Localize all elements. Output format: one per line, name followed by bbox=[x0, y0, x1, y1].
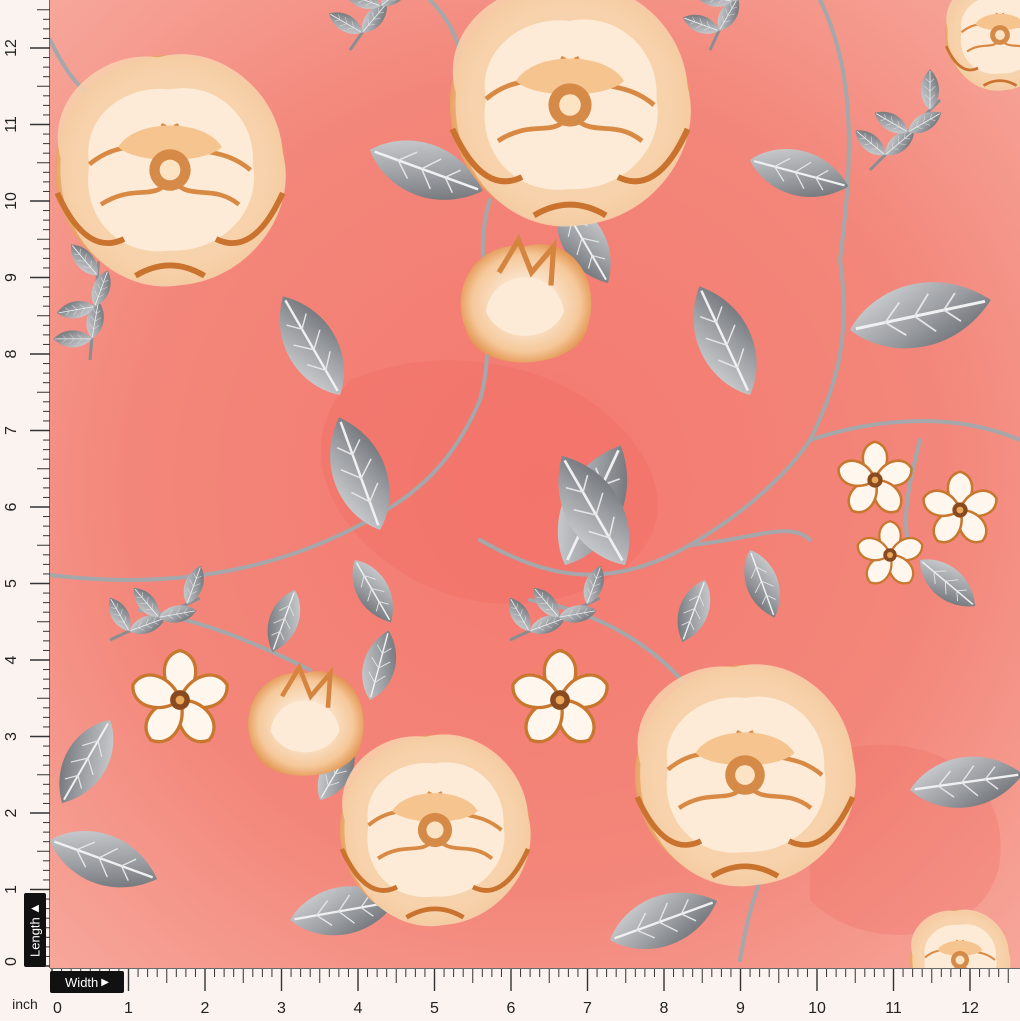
fabric-swatch bbox=[50, 0, 1020, 968]
width-tick-label: 2 bbox=[201, 1000, 210, 1017]
width-tick-label: 0 bbox=[53, 1000, 62, 1017]
width-tick-label: 6 bbox=[507, 1000, 516, 1017]
length-tick-label: 6 bbox=[3, 502, 20, 511]
ruler-corner: inch bbox=[0, 968, 50, 1020]
length-tick-label: 8 bbox=[3, 349, 20, 358]
length-tick-label: 5 bbox=[3, 579, 20, 588]
width-tick-label: 12 bbox=[961, 1000, 979, 1017]
length-tick-label: 12 bbox=[3, 39, 20, 57]
width-label: Width bbox=[65, 974, 99, 990]
floral-print bbox=[50, 0, 1020, 968]
length-tick-label: 10 bbox=[3, 192, 20, 210]
length-tick-label: 7 bbox=[3, 426, 20, 435]
width-tick-label: 10 bbox=[808, 1000, 826, 1017]
length-tick-label: 4 bbox=[3, 655, 20, 664]
arrow-up-icon: ▶ bbox=[29, 903, 41, 915]
length-tick-label: 2 bbox=[3, 808, 20, 817]
length-tick-label: 11 bbox=[3, 116, 20, 133]
width-tick-label: 4 bbox=[354, 1000, 363, 1017]
length-tick-label: 3 bbox=[3, 732, 20, 741]
width-tick-label: 7 bbox=[583, 1000, 592, 1017]
arrow-right-icon: ▶ bbox=[101, 976, 109, 988]
length-label-tag: Length ▶ bbox=[24, 893, 46, 967]
unit-label: inch bbox=[12, 996, 38, 1012]
width-tick-label: 3 bbox=[277, 1000, 286, 1017]
length-ruler-ticks: 0123456789101112 bbox=[3, 9, 50, 967]
length-tick-label: 9 bbox=[3, 273, 20, 282]
width-label-tag: Width ▶ bbox=[50, 971, 124, 993]
length-tick-label: 0 bbox=[3, 957, 20, 966]
width-ruler: 0 1 2 3 4 5 6 7 8 9 10 11 12 bbox=[50, 968, 1020, 1020]
width-tick-label: 5 bbox=[430, 1000, 439, 1017]
width-tick-label: 8 bbox=[660, 1000, 669, 1017]
length-tick-label: 1 bbox=[3, 885, 20, 894]
width-tick-label: 11 bbox=[885, 1000, 902, 1017]
width-tick-label: 9 bbox=[736, 1000, 745, 1017]
length-label: Length bbox=[27, 917, 43, 957]
length-ruler: 0 1 2 3 4 5 6 7 8 9 10 11 12 Length ▶ bbox=[0, 0, 50, 968]
width-tick-label: 1 bbox=[124, 1000, 133, 1017]
width-ruler-ticks: 0 1 2 3 4 5 6 7 8 9 10 11 12 bbox=[51, 969, 1009, 1017]
